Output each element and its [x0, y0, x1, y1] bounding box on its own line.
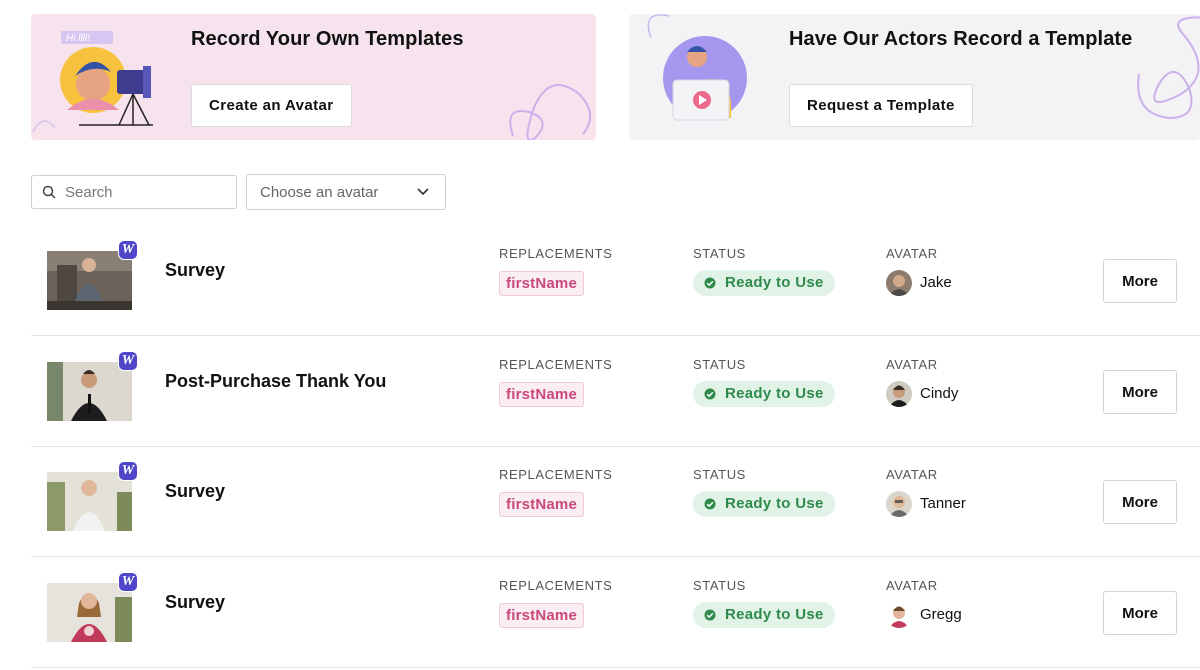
avatar-label: AVATAR: [886, 467, 938, 482]
search-box: [31, 175, 237, 209]
template-thumbnail[interactable]: W: [47, 351, 138, 422]
video-thumbnail-image: [47, 251, 132, 310]
status-label: STATUS: [693, 246, 746, 261]
actor-illustration: [647, 14, 747, 121]
avatar-select[interactable]: Choose an avatar: [246, 174, 446, 210]
template-row[interactable]: W Survey REPLACEMENTS firstName STATUS R…: [31, 447, 1200, 557]
avatar: [886, 381, 912, 407]
template-thumbnail[interactable]: W: [47, 240, 138, 311]
template-row[interactable]: W Survey REPLACEMENTS firstName STATUS R…: [31, 226, 1200, 336]
template-title: Survey: [165, 481, 226, 501]
template-thumbnail[interactable]: W: [47, 572, 138, 643]
status-badge: Ready to Use: [693, 270, 835, 296]
avatar: [886, 270, 912, 296]
template-thumbnail[interactable]: W: [47, 461, 138, 532]
w-badge-icon: W: [118, 240, 138, 260]
check-circle-icon: [704, 388, 716, 400]
replacement-chip: firstName: [499, 271, 584, 296]
status-badge: Ready to Use: [693, 381, 835, 407]
w-badge-icon: W: [118, 572, 138, 592]
template-row[interactable]: W Post-Purchase Thank You REPLACEMENTS f…: [31, 337, 1200, 447]
replacement-chip: firstName: [499, 382, 584, 407]
video-thumbnail-image: [47, 472, 132, 531]
actors-banner: Have Our Actors Record a Template Reques…: [629, 14, 1200, 140]
search-icon: [42, 185, 56, 199]
chevron-down-icon: [417, 188, 429, 196]
check-circle-icon: [704, 498, 716, 510]
template-title: Post-Purchase Thank You: [165, 371, 387, 391]
check-circle-icon: [704, 609, 716, 621]
avatar-name: Tanner: [920, 495, 966, 512]
check-circle-icon: [704, 277, 716, 289]
more-button[interactable]: More: [1103, 259, 1177, 303]
replacements-label: REPLACEMENTS: [499, 578, 613, 593]
video-thumbnail-image: [47, 583, 132, 642]
replacement-chip: firstName: [499, 603, 584, 628]
replacements-label: REPLACEMENTS: [499, 357, 613, 372]
video-thumbnail-image: [47, 362, 132, 421]
more-button[interactable]: More: [1103, 591, 1177, 635]
actors-title: Have Our Actors Record a Template: [789, 28, 1133, 50]
avatar: [886, 602, 912, 628]
status-badge: Ready to Use: [693, 602, 835, 628]
avatar-label: AVATAR: [886, 578, 938, 593]
more-button[interactable]: More: [1103, 480, 1177, 524]
status-text: Ready to Use: [725, 274, 824, 291]
status-text: Ready to Use: [725, 385, 824, 402]
template-title: Survey: [165, 260, 226, 280]
avatar-name: Gregg: [920, 606, 962, 623]
squiggle-decoration-2: [1137, 16, 1200, 120]
template-title: Survey: [165, 592, 226, 612]
status-label: STATUS: [693, 357, 746, 372]
illustration-caption: Hi llll!: [66, 33, 90, 44]
avatar-name: Jake: [920, 274, 952, 291]
record-own-title: Record Your Own Templates: [191, 28, 464, 50]
w-badge-icon: W: [118, 351, 138, 371]
replacement-chip: firstName: [499, 492, 584, 517]
search-input[interactable]: [65, 176, 233, 208]
avatar: [886, 491, 912, 517]
template-row[interactable]: W Survey REPLACEMENTS firstName STATUS R…: [31, 558, 1200, 668]
create-avatar-button[interactable]: Create an Avatar: [191, 84, 352, 127]
replacements-label: REPLACEMENTS: [499, 467, 613, 482]
avatar-label: AVATAR: [886, 246, 938, 261]
status-label: STATUS: [693, 467, 746, 482]
status-text: Ready to Use: [725, 495, 824, 512]
w-badge-icon: W: [118, 461, 138, 481]
record-own-banner: Hi llll! Record Your Own Templates Creat…: [31, 14, 596, 140]
avatar-label: AVATAR: [886, 357, 938, 372]
status-text: Ready to Use: [725, 606, 824, 623]
replacements-label: REPLACEMENTS: [499, 246, 613, 261]
request-template-button[interactable]: Request a Template: [789, 84, 973, 127]
squiggle-decoration: [509, 84, 591, 140]
avatar-select-value: Choose an avatar: [260, 184, 379, 201]
avatar-name: Cindy: [920, 385, 959, 402]
camera-illustration: Hi llll!: [32, 31, 153, 133]
status-badge: Ready to Use: [693, 491, 835, 517]
more-button[interactable]: More: [1103, 370, 1177, 414]
status-label: STATUS: [693, 578, 746, 593]
